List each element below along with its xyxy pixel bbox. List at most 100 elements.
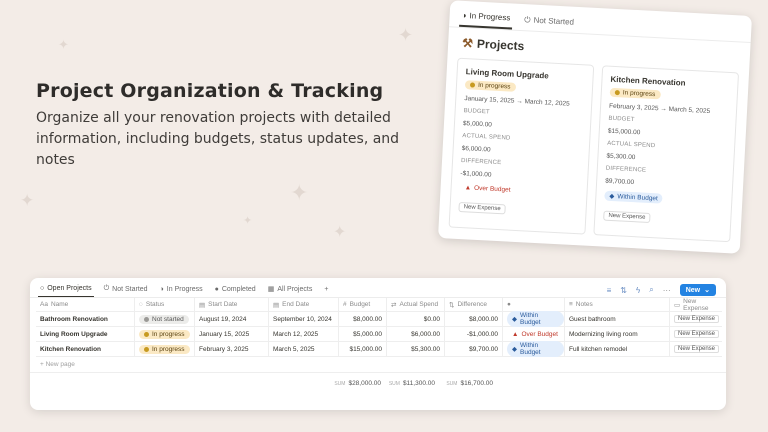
cell-flag[interactable]: ◆ Within Budget: [503, 341, 565, 357]
cell-start-date[interactable]: February 3, 2025: [195, 342, 269, 357]
column-header-name[interactable]: Aa Name: [36, 298, 135, 312]
status-badge: In progress: [464, 80, 516, 92]
gallery-grid: Living Room Upgrade In progress January …: [439, 57, 749, 243]
cell-difference[interactable]: $8,000.00: [445, 312, 503, 327]
plus-icon: +: [324, 286, 329, 293]
new-expense-button[interactable]: New Expense: [674, 345, 720, 353]
sum-actual-spend[interactable]: SUM $11,300.00: [381, 380, 439, 387]
tab-completed[interactable]: ● Completed: [213, 286, 258, 297]
cell-name[interactable]: Living Room Upgrade: [36, 327, 135, 342]
flag-text: Over Budget: [521, 330, 558, 338]
diamond-icon: ◆: [512, 346, 517, 353]
cell-flag[interactable]: ▲ Over Budget: [503, 327, 565, 342]
budget-value: $15,000.00: [607, 127, 641, 137]
column-header-end-date[interactable]: ▤ End Date: [269, 298, 339, 312]
difference-label: DIFFERENCE: [460, 158, 502, 167]
column-header-difference[interactable]: ⇅ Difference: [445, 298, 503, 312]
tab-all-projects[interactable]: ▦ All Projects: [266, 285, 315, 297]
sum-value: $16,700.00: [460, 380, 493, 387]
cell-name[interactable]: Bathroom Renovation: [36, 312, 135, 327]
calendar-icon: ▤: [199, 301, 206, 309]
column-header-actual-spend[interactable]: ⇄ Actual Spend: [387, 298, 445, 312]
column-label: Actual Spend: [399, 301, 439, 308]
column-label: Budget: [349, 301, 371, 308]
tab-open-projects[interactable]: ○ Open Projects: [38, 285, 94, 297]
view-tabs: ○ Open Projects ⏻ Not Started ◑ In Progress…: [38, 283, 330, 297]
column-header-new-expense[interactable]: ▭ New Expense: [670, 298, 722, 312]
new-expense-button[interactable]: New Expense: [458, 201, 506, 215]
text-icon: Aa: [40, 301, 48, 308]
budget-label: BUDGET: [463, 108, 490, 116]
cell-budget[interactable]: $15,000.00: [339, 342, 387, 357]
search-icon[interactable]: ⌕: [649, 285, 653, 295]
column-header-start-date[interactable]: ▤ Start Date: [195, 298, 269, 312]
cell-budget[interactable]: $8,000.00: [339, 312, 387, 327]
gallery-card-kitchen[interactable]: Kitchen Renovation In progress February …: [593, 65, 740, 243]
new-expense-button[interactable]: New Expense: [674, 330, 720, 338]
tab-label: Not Started: [112, 285, 148, 293]
column-header-status[interactable]: ◌ Status: [135, 298, 195, 312]
new-expense-button[interactable]: New Expense: [674, 315, 720, 323]
cell-end-date[interactable]: March 12, 2025: [269, 327, 339, 342]
tab-in-progress[interactable]: ◑ In Progress: [459, 7, 513, 30]
headline-block: Project Organization & Tracking Organize…: [36, 80, 416, 171]
project-name: Kitchen Renovation: [610, 74, 686, 88]
page-subtitle: Organize all your renovation projects wi…: [36, 110, 400, 168]
gallery-card-living-room[interactable]: Living Room Upgrade In progress January …: [448, 57, 595, 235]
more-icon[interactable]: ···: [663, 286, 671, 295]
flag-text: Within Budget: [520, 312, 541, 326]
add-new-page-row[interactable]: + New page: [30, 357, 726, 373]
circle-icon: ○: [40, 285, 45, 292]
cell-difference[interactable]: -$1,000.00: [445, 327, 503, 342]
filter-icon[interactable]: ≡: [607, 286, 612, 295]
cell-status[interactable]: Not started: [135, 312, 195, 327]
within-budget-badge: ◆ Within Budget: [604, 190, 664, 204]
progress-icon: ◑: [159, 286, 164, 293]
column-header-flag[interactable]: ●: [503, 298, 565, 312]
status-badge: In progress: [139, 344, 190, 354]
cell-start-date[interactable]: August 19, 2024: [195, 312, 269, 327]
column-header-budget[interactable]: # Budget: [339, 298, 387, 312]
sum-label: SUM: [388, 381, 400, 387]
cell-actual-spend[interactable]: $0.00: [387, 312, 445, 327]
status-dot-icon: [144, 331, 149, 337]
new-expense-button[interactable]: New Expense: [603, 210, 651, 224]
project-dates: January 15, 2025 → March 12, 2025: [464, 95, 570, 108]
lightning-icon[interactable]: ϟ: [636, 286, 640, 295]
add-view-button[interactable]: +: [322, 286, 330, 297]
tab-not-started[interactable]: ⏻ Not Started: [522, 11, 577, 33]
cell-difference[interactable]: $9,700.00: [445, 342, 503, 357]
sort-icon[interactable]: ⇅: [620, 286, 627, 295]
status-text: In progress: [152, 330, 185, 338]
cell-notes[interactable]: Full kitchen remodel: [565, 342, 670, 357]
spend-value: $5,300.00: [606, 152, 636, 162]
tab-in-progress[interactable]: ◑ In Progress: [158, 286, 205, 297]
cell-end-date[interactable]: September 10, 2024: [269, 312, 339, 327]
cell-status[interactable]: In progress: [135, 342, 195, 357]
tab-label: Not Started: [533, 15, 575, 27]
cell-actual-spend[interactable]: $5,300.00: [387, 342, 445, 357]
diamond-icon: ◆: [609, 192, 615, 201]
over-budget-badge: ▲ Over Budget: [507, 330, 563, 339]
cell-budget[interactable]: $5,000.00: [339, 327, 387, 342]
sparkle-decoration: ✦: [20, 191, 35, 210]
sum-budget[interactable]: SUM $28,000.00: [333, 380, 381, 387]
column-header-notes[interactable]: ≡ Notes: [565, 298, 670, 312]
check-circle-icon: ●: [214, 286, 219, 293]
new-button[interactable]: New ⌄: [679, 284, 716, 296]
cell-name[interactable]: Kitchen Renovation: [36, 342, 135, 357]
cell-notes[interactable]: Guest bathroom: [565, 312, 670, 327]
cell-start-date[interactable]: January 15, 2025: [195, 327, 269, 342]
tab-not-started[interactable]: ⏻ Not Started: [102, 285, 150, 297]
sparkle-decoration: ✦: [290, 180, 309, 205]
cell-end-date[interactable]: March 5, 2025: [269, 342, 339, 357]
flag-text: Within Budget: [617, 192, 659, 202]
project-dates: February 3, 2025 → March 5, 2025: [608, 102, 711, 115]
cell-actual-spend[interactable]: $6,000.00: [387, 327, 445, 342]
button-icon: ▭: [674, 301, 681, 309]
difference-label: DIFFERENCE: [605, 165, 647, 174]
sum-difference[interactable]: SUM $16,700.00: [439, 380, 497, 387]
cell-flag[interactable]: ◆ Within Budget: [503, 311, 565, 327]
cell-status[interactable]: In progress: [135, 327, 195, 342]
cell-notes[interactable]: Modernizing living room: [565, 327, 670, 342]
